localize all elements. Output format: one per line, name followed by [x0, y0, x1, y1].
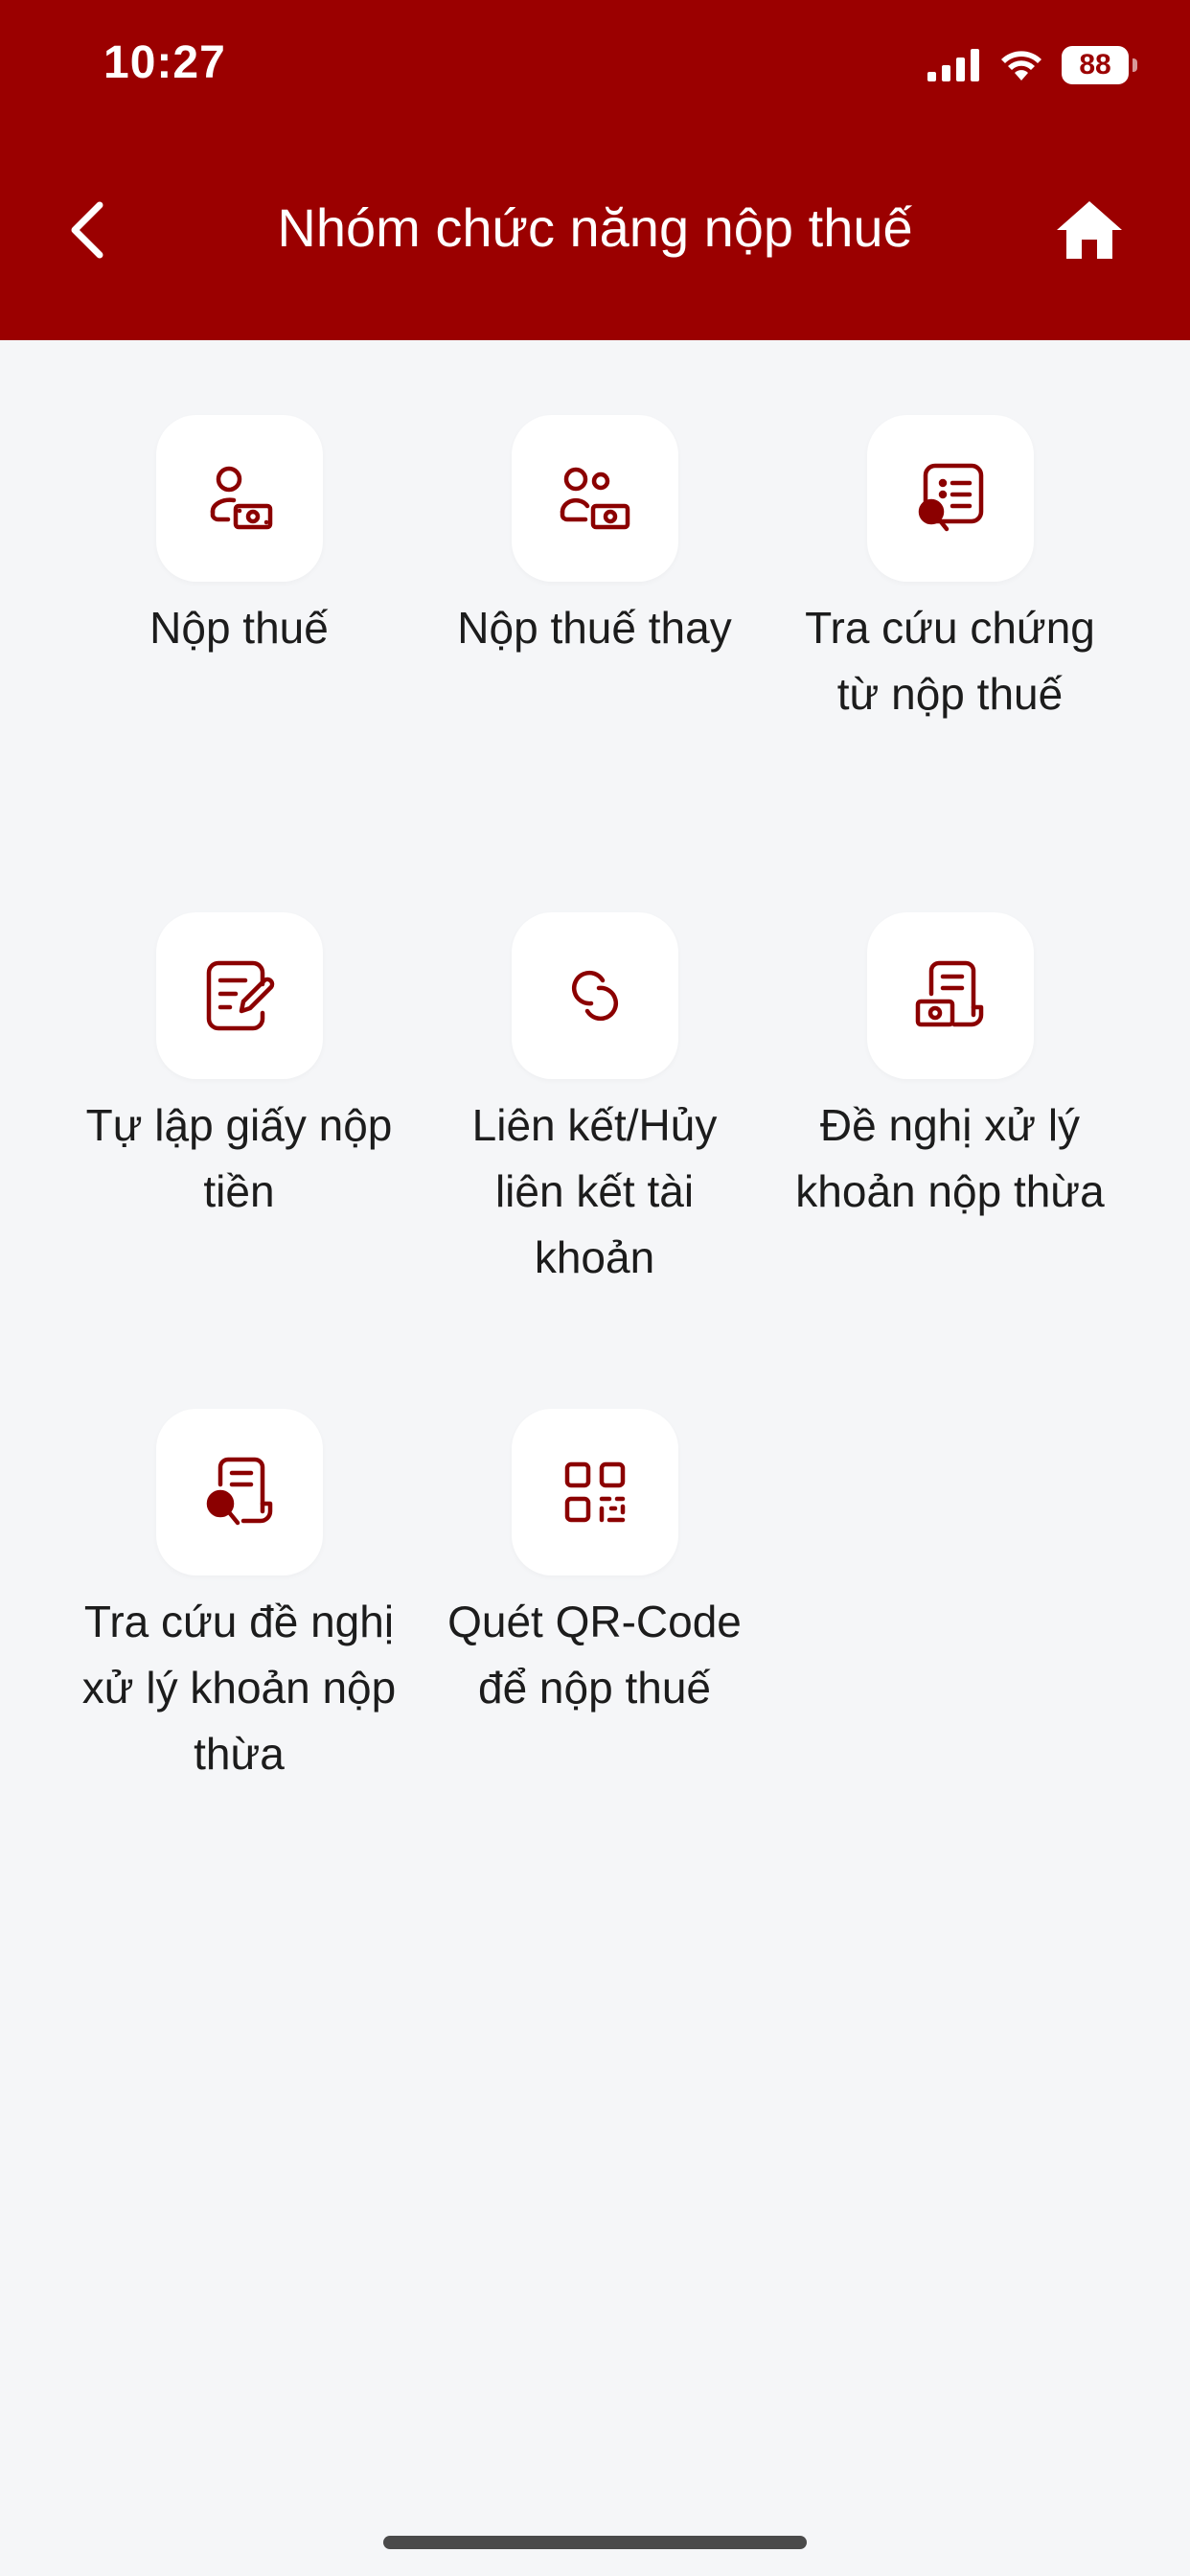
person-money-icon	[210, 466, 272, 530]
tile-icon-box	[155, 1409, 323, 1576]
group-money-icon	[560, 467, 629, 530]
status-indicators: 88	[927, 42, 1137, 88]
back-button[interactable]	[48, 192, 125, 268]
tile-icon-box	[511, 415, 678, 582]
tile-icon-box	[866, 912, 1034, 1079]
chevron-left-icon	[71, 201, 103, 259]
tile-icon-box	[511, 1409, 678, 1576]
tile-tra-cuu-chung-tu[interactable]: Tra cứu chứng từ nộp thuế	[772, 415, 1128, 727]
app-header: 10:27 88 Nhóm chức năng nộp thuế	[0, 0, 1190, 340]
tile-tu-lap-giay[interactable]: Tự lập giấy nộp tiền	[61, 912, 417, 1225]
tile-icon-box	[155, 415, 323, 582]
document-search-icon	[918, 463, 983, 532]
tile-label: Quét QR-Code để nộp thuế	[447, 1597, 742, 1713]
home-button[interactable]	[1046, 192, 1133, 268]
status-time: 10:27	[103, 37, 226, 88]
tile-icon-box	[866, 415, 1034, 582]
tile-label: Tự lập giấy nộp tiền	[85, 1100, 393, 1216]
tile-label: Tra cứu chứng từ nộp thuế	[805, 603, 1095, 719]
receipt-money-icon	[915, 960, 983, 1027]
qr-code-icon	[564, 1461, 625, 1523]
tile-nop-thue-thay[interactable]: Nộp thuế thay	[417, 415, 772, 661]
tile-icon-box	[511, 912, 678, 1079]
receipt-search-icon	[206, 1457, 272, 1526]
home-indicator	[383, 2536, 807, 2549]
edit-document-icon	[206, 960, 274, 1031]
page-title: Nhóm chức năng nộp thuế	[277, 197, 913, 258]
home-icon	[1057, 201, 1122, 259]
tile-label: Nộp thuế	[149, 603, 329, 653]
signal-icon	[927, 49, 979, 81]
tile-quet-qr[interactable]: Quét QR-Code để nộp thuế	[417, 1409, 772, 1721]
tile-lien-ket[interactable]: Liên kết/Hủy liên kết tài khoản	[417, 912, 772, 1291]
tile-label: Nộp thuế thay	[457, 603, 732, 653]
tile-icon-box	[155, 912, 323, 1079]
tile-label: Liên kết/Hủy liên kết tài khoản	[471, 1100, 718, 1282]
tile-nop-thue[interactable]: Nộp thuế	[61, 415, 417, 661]
tile-tra-cuu-de-nghi[interactable]: Tra cứu đề nghị xử lý khoản nộp thừa	[61, 1409, 417, 1787]
tile-label: Đề nghị xử lý khoản nộp thừa	[795, 1100, 1105, 1216]
battery-icon: 88	[1062, 46, 1137, 84]
battery-level: 88	[1079, 49, 1111, 80]
tile-de-nghi-xu-ly[interactable]: Đề nghị xử lý khoản nộp thừa	[772, 912, 1128, 1225]
wifi-icon	[1001, 51, 1041, 80]
link-icon	[571, 970, 618, 1022]
tile-label: Tra cứu đề nghị xử lý khoản nộp thừa	[81, 1597, 397, 1779]
